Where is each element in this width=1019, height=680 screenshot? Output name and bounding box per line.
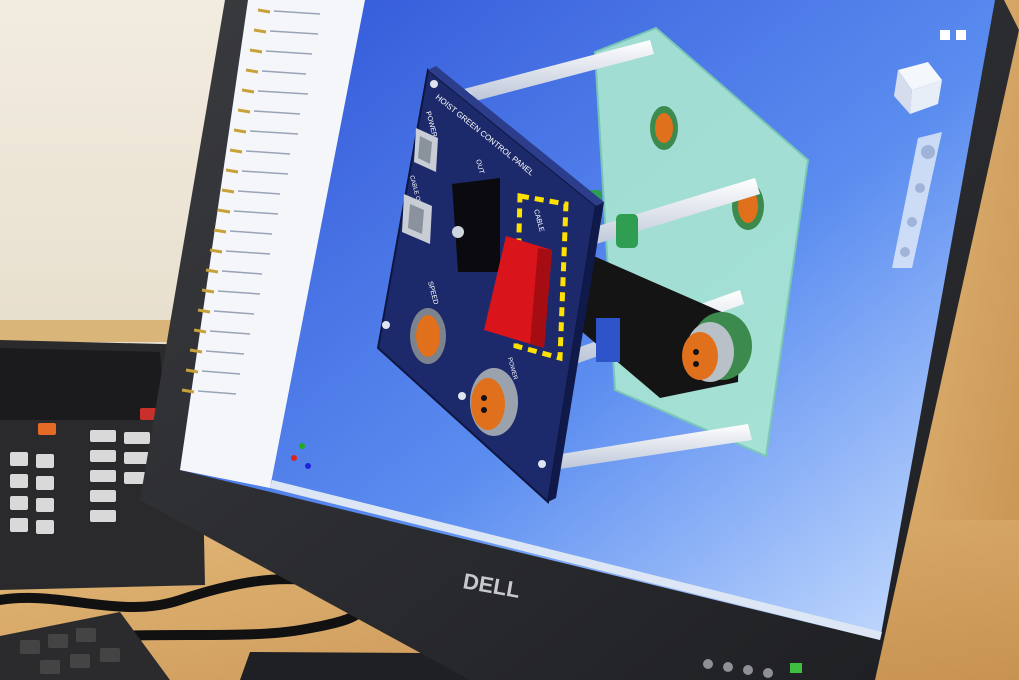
direction-knob <box>452 178 500 272</box>
front-connector-power <box>470 368 518 436</box>
back-plate-connector-1 <box>650 106 678 150</box>
power-led <box>790 663 802 673</box>
front-connector-speed <box>410 308 446 364</box>
photo-scene: HOIST GREEN CONTROL PANEL POWER CABLE OU… <box>0 0 1019 680</box>
